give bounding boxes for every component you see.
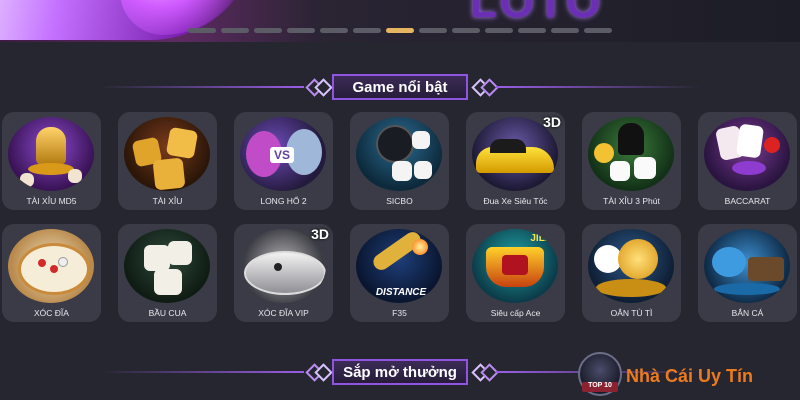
game-label: XÓC ĐĨA: [34, 308, 69, 318]
game-card-dua-xe-sieu-toc[interactable]: 3D Đua Xe Siêu Tốc: [466, 112, 565, 210]
jili-art-text: JILI: [530, 233, 548, 244]
featured-section-title: Game nổi bật: [332, 74, 468, 100]
game-card-tai-xiu-3-phut[interactable]: TÀI XỈU 3 Phút: [582, 112, 681, 210]
banner-logo-text: LOTO: [470, 0, 604, 27]
game-card-ban-ca[interactable]: BẮN CÁ: [698, 224, 797, 322]
distance-art-text: DISTANCE: [375, 287, 427, 298]
carousel-dot[interactable]: [320, 28, 348, 33]
carousel-dot[interactable]: [287, 28, 315, 33]
game-thumbnail: DISTANCE: [356, 229, 442, 303]
upcoming-section-title: Sắp mở thưởng: [332, 359, 468, 385]
game-thumbnail: [588, 117, 674, 191]
game-label: BACCARAT: [724, 196, 771, 206]
game-card-f35[interactable]: DISTANCE F35: [350, 224, 449, 322]
game-label: SICBO: [386, 196, 413, 206]
game-card-baccarat[interactable]: BACCARAT: [698, 112, 797, 210]
game-card-long-ho-2[interactable]: VS LONG HỔ 2: [234, 112, 333, 210]
game-thumbnail: [124, 117, 210, 191]
game-card-sieu-cap-ace[interactable]: JILI Siêu cấp Ace: [466, 224, 565, 322]
game-card-xoc-dia-vip[interactable]: 3D XÓC ĐĨA VIP: [234, 224, 333, 322]
game-label: LONG HỔ 2: [260, 196, 307, 206]
game-label: TÀI XỈU MD5: [26, 196, 77, 206]
game-thumbnail: [704, 117, 790, 191]
game-card-tai-xiu-md5[interactable]: TÀI XỈU MD5: [2, 112, 101, 210]
3d-badge: 3D: [543, 114, 561, 130]
divider-line: [98, 86, 304, 88]
game-thumbnail: [356, 117, 442, 191]
game-label: OẲN TÙ TÌ: [610, 308, 653, 318]
seal-text: TOP 10: [582, 382, 618, 392]
game-thumbnail: [704, 229, 790, 303]
game-thumbnail: VS: [240, 117, 326, 191]
game-label: TÀI XỈU 3 Phút: [603, 196, 660, 206]
game-card-oan-tu-ti[interactable]: OẲN TÙ TÌ: [582, 224, 681, 322]
game-label: TÀI XỈU: [152, 196, 183, 206]
divider-line: [98, 371, 304, 373]
carousel-dot[interactable]: [452, 28, 480, 33]
game-label: BẮN CÁ: [731, 308, 764, 318]
featured-section-header: Game nổi bật: [0, 74, 800, 100]
game-label: XÓC ĐĨA VIP: [258, 308, 309, 318]
carousel-dot[interactable]: [551, 28, 579, 33]
watermark: TOP 10 Nhà Cái Uy Tín: [574, 352, 800, 400]
carousel-dot[interactable]: [221, 28, 249, 33]
game-label: F35: [392, 308, 407, 318]
brand-text: Nhà Cái Uy Tín: [626, 366, 754, 386]
game-card-bau-cua[interactable]: BẦU CUA: [118, 224, 217, 322]
hero-banner[interactable]: LOTO: [0, 0, 800, 42]
game-label: BẦU CUA: [148, 308, 187, 318]
game-thumbnail: [588, 229, 674, 303]
carousel-dot[interactable]: [188, 28, 216, 33]
game-thumbnail: JILI: [472, 229, 558, 303]
carousel-dot[interactable]: [518, 28, 546, 33]
game-thumbnail: [8, 117, 94, 191]
carousel-dot[interactable]: [353, 28, 381, 33]
carousel-dot[interactable]: [485, 28, 513, 33]
3d-badge: 3D: [311, 226, 329, 242]
carousel-dot-active[interactable]: [386, 28, 414, 33]
divider-line: [496, 86, 702, 88]
game-card-tai-xiu[interactable]: TÀI XỈU: [118, 112, 217, 210]
game-label: Siêu cấp Ace: [490, 308, 541, 318]
game-card-sicbo[interactable]: SICBO: [350, 112, 449, 210]
game-thumbnail: [8, 229, 94, 303]
carousel-dot[interactable]: [584, 28, 612, 33]
carousel-dot[interactable]: [254, 28, 282, 33]
game-card-xoc-dia[interactable]: XÓC ĐĨA: [2, 224, 101, 322]
game-label: Đua Xe Siêu Tốc: [483, 196, 548, 206]
carousel-dots[interactable]: [0, 28, 800, 34]
game-thumbnail: [124, 229, 210, 303]
carousel-dot[interactable]: [419, 28, 447, 33]
